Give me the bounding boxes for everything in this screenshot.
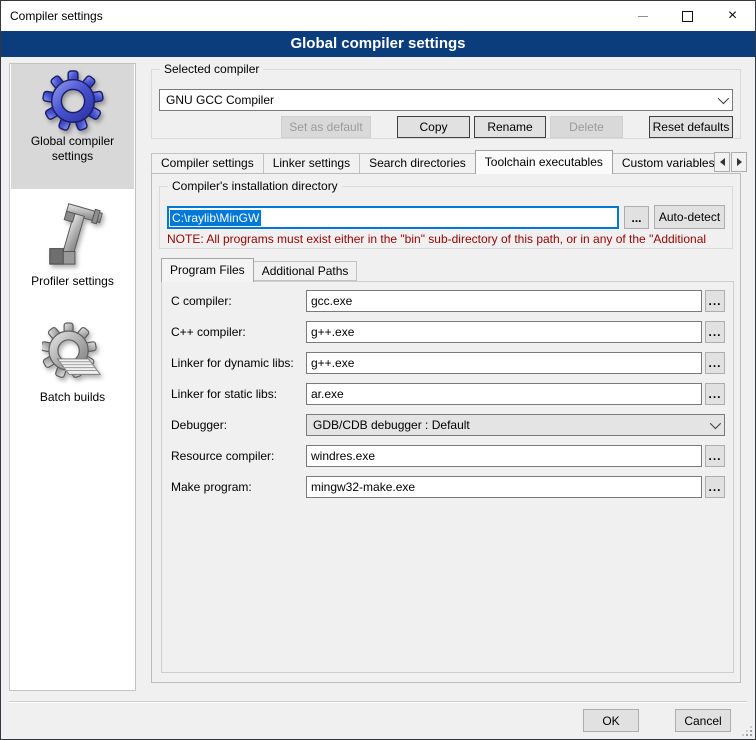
linker-dynamic-input[interactable] xyxy=(306,352,702,374)
ok-button[interactable]: OK xyxy=(583,709,639,732)
c-compiler-browse-button[interactable]: ... xyxy=(705,290,725,312)
tab-compiler-settings[interactable]: Compiler settings xyxy=(151,153,264,174)
compiler-settings-window: Compiler settings × Global compiler sett… xyxy=(0,0,756,740)
form-row-linker-static: Linker for static libs: ... xyxy=(161,383,734,405)
sidebar-item-profiler-settings[interactable]: Profiler settings xyxy=(11,196,134,304)
debugger-select[interactable]: GDB/CDB debugger : Default xyxy=(306,414,725,436)
sidebar-item-label: Global compiler settings xyxy=(11,134,134,164)
set-as-default-button[interactable]: Set as default xyxy=(281,116,371,138)
chevron-down-icon xyxy=(710,418,721,429)
cancel-button[interactable]: Cancel xyxy=(675,709,731,732)
installation-directory-value: C:\raylib\MinGW xyxy=(170,210,261,226)
tab-custom-variables[interactable]: Custom variables xyxy=(612,153,714,174)
linker-dynamic-browse-button[interactable]: ... xyxy=(705,352,725,374)
installation-directory-browse-button[interactable]: ... xyxy=(624,206,649,229)
footer-divider xyxy=(9,701,747,703)
tab-linker-settings[interactable]: Linker settings xyxy=(263,153,360,174)
maximize-icon xyxy=(682,11,693,22)
settings-tab-bar: Compiler settings Linker settings Search… xyxy=(151,150,714,174)
page-title: Global compiler settings xyxy=(1,31,755,57)
linker-dynamic-label: Linker for dynamic libs: xyxy=(171,352,294,374)
window-title: Compiler settings xyxy=(10,9,103,23)
sidebar-item-label: Profiler settings xyxy=(11,274,134,289)
tab-scroll-right-button[interactable] xyxy=(731,152,747,172)
form-row-c-compiler: C compiler: ... xyxy=(161,290,734,312)
cpp-compiler-input[interactable] xyxy=(306,321,702,343)
make-program-browse-button[interactable]: ... xyxy=(705,476,725,498)
tab-scroll-left-button[interactable] xyxy=(714,152,730,172)
tab-search-directories[interactable]: Search directories xyxy=(359,153,476,174)
make-program-input[interactable] xyxy=(306,476,702,498)
window-controls: × xyxy=(620,1,755,31)
program-files-tab-bar: Program Files Additional Paths xyxy=(161,258,356,282)
title-bar: Compiler settings × xyxy=(1,1,755,31)
form-row-resource-compiler: Resource compiler: ... xyxy=(161,445,734,467)
chevron-down-icon xyxy=(718,93,729,104)
cpp-compiler-browse-button[interactable]: ... xyxy=(705,321,725,343)
linker-static-label: Linker for static libs: xyxy=(171,383,277,405)
linker-static-input[interactable] xyxy=(306,383,702,405)
resize-grip[interactable] xyxy=(742,726,744,728)
minimize-button[interactable] xyxy=(620,1,665,31)
make-program-label: Make program: xyxy=(171,476,252,498)
gear-stack-icon xyxy=(42,322,104,388)
sidebar-item-batch-builds[interactable]: Batch builds xyxy=(11,316,134,428)
c-compiler-label: C compiler: xyxy=(171,290,232,312)
arrow-left-icon xyxy=(716,158,725,166)
form-row-make-program: Make program: ... xyxy=(161,476,734,498)
caliper-icon xyxy=(42,202,104,272)
sidebar-item-label: Batch builds xyxy=(11,390,134,405)
resource-compiler-input[interactable] xyxy=(306,445,702,467)
form-row-cpp-compiler: C++ compiler: ... xyxy=(161,321,734,343)
debugger-select-value: GDB/CDB debugger : Default xyxy=(313,418,470,432)
settings-sidebar: Global compiler settings Profiler se xyxy=(9,63,136,691)
tab-toolchain-executables[interactable]: Toolchain executables xyxy=(475,150,613,174)
linker-static-browse-button[interactable]: ... xyxy=(705,383,725,405)
rename-button[interactable]: Rename xyxy=(474,116,546,138)
cpp-compiler-label: C++ compiler: xyxy=(171,321,246,343)
compiler-select[interactable]: GNU GCC Compiler xyxy=(159,89,733,111)
maximize-button[interactable] xyxy=(665,1,710,31)
reset-defaults-button[interactable]: Reset defaults xyxy=(649,116,733,138)
resource-compiler-browse-button[interactable]: ... xyxy=(705,445,725,467)
delete-button[interactable]: Delete xyxy=(550,116,623,138)
bin-subdirectory-note: NOTE: All programs must exist either in … xyxy=(167,232,731,247)
arrow-right-icon xyxy=(737,158,746,166)
installation-directory-legend: Compiler's installation directory xyxy=(168,179,342,193)
form-row-debugger: Debugger: GDB/CDB debugger : Default xyxy=(161,414,734,436)
blue-gear-icon xyxy=(42,70,104,132)
tab-additional-paths[interactable]: Additional Paths xyxy=(253,261,358,281)
selected-compiler-legend: Selected compiler xyxy=(160,62,263,76)
compiler-select-value: GNU GCC Compiler xyxy=(166,93,274,107)
debugger-label: Debugger: xyxy=(171,414,227,436)
c-compiler-input[interactable] xyxy=(306,290,702,312)
installation-directory-input[interactable]: C:\raylib\MinGW xyxy=(167,206,619,229)
close-icon: × xyxy=(728,8,737,24)
minimize-icon xyxy=(638,16,648,17)
sidebar-item-global-compiler-settings[interactable]: Global compiler settings xyxy=(11,64,134,189)
form-row-linker-dynamic: Linker for dynamic libs: ... xyxy=(161,352,734,374)
resource-compiler-label: Resource compiler: xyxy=(171,445,274,467)
close-button[interactable]: × xyxy=(710,1,755,31)
auto-detect-button[interactable]: Auto-detect xyxy=(654,205,725,229)
copy-button[interactable]: Copy xyxy=(397,116,470,138)
tab-program-files[interactable]: Program Files xyxy=(161,258,254,282)
